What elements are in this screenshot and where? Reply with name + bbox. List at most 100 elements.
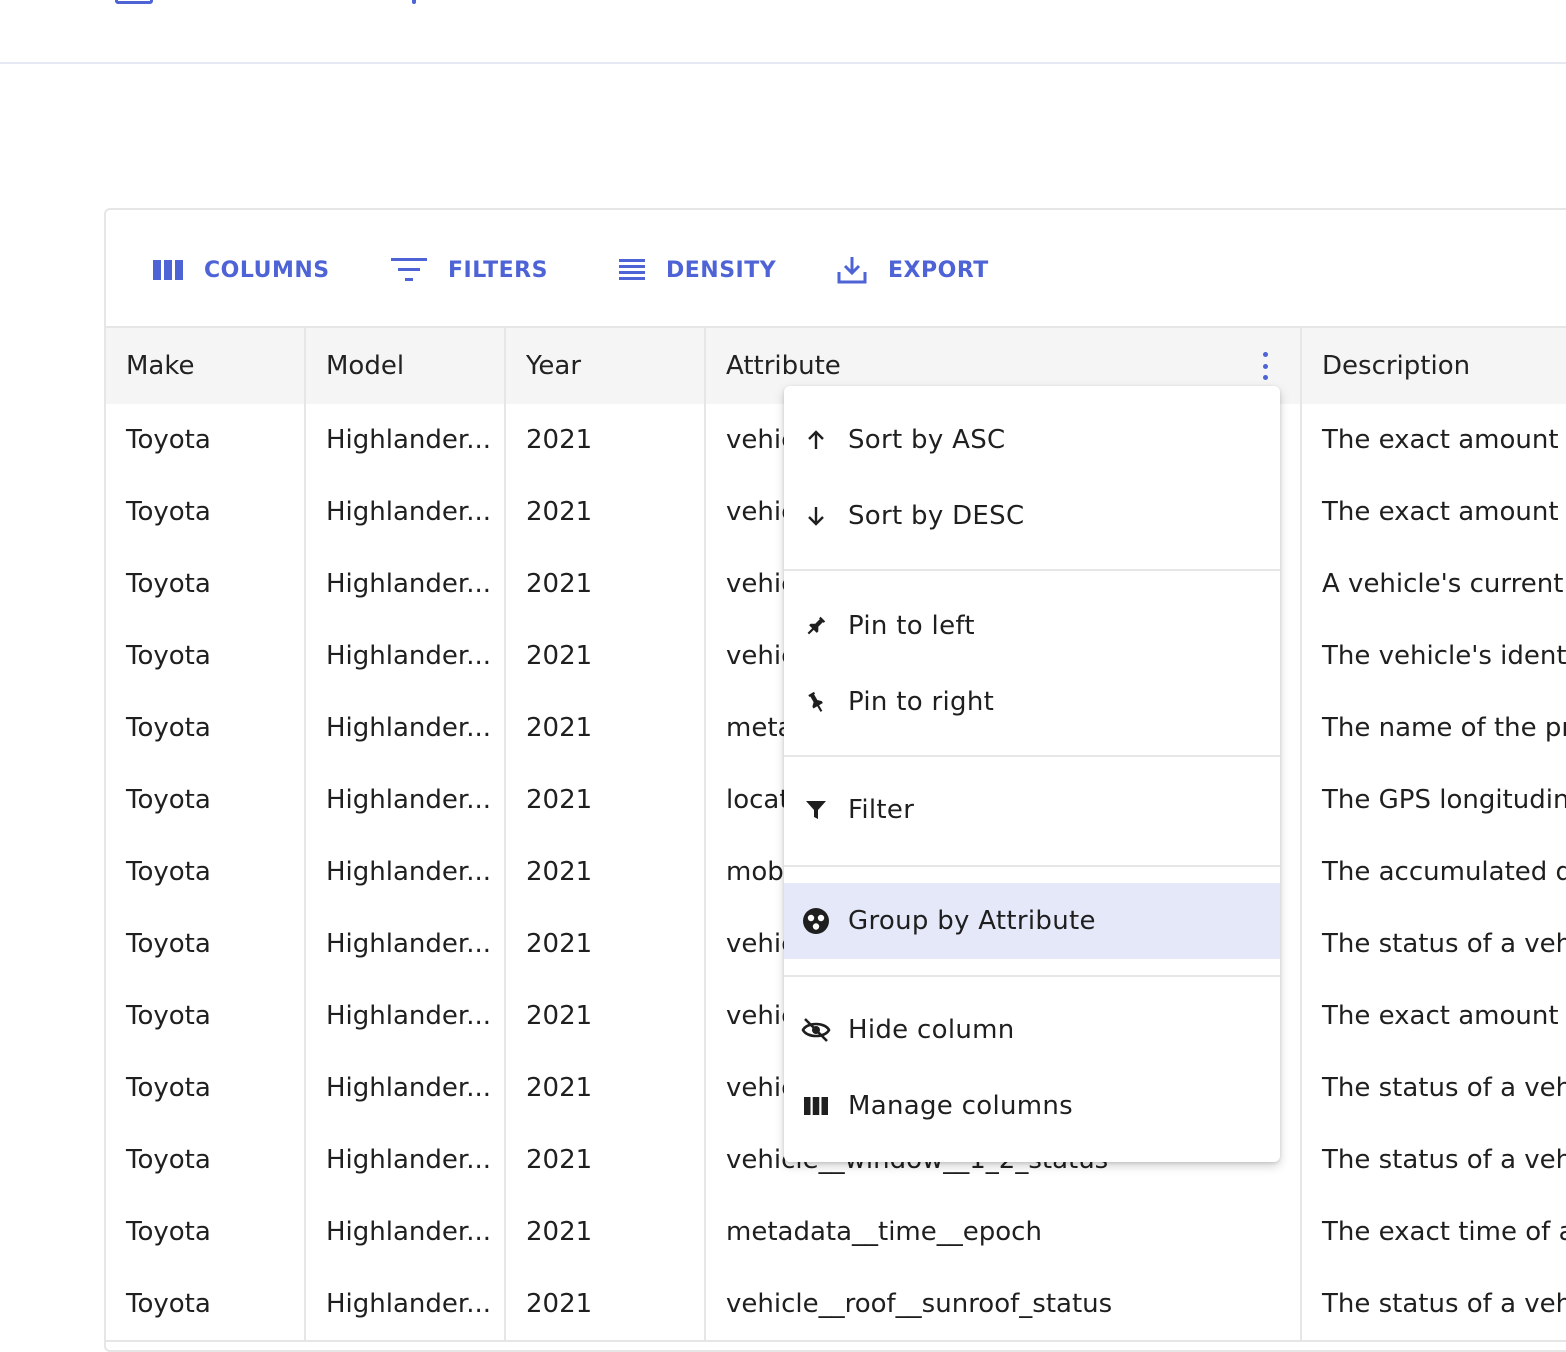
cell-year[interactable]: 2021 [506,1052,706,1124]
cell-attribute[interactable]: metadata__time__epoch [706,1196,1302,1268]
header-model-label: Model [326,351,405,381]
filters-button[interactable]: FILTERS [390,250,548,290]
cell-attribute[interactable]: vehicle__roof__sunroof_status [706,1268,1302,1340]
cell-make[interactable]: Toyota [106,476,306,548]
cell-description[interactable]: The status of a vehi [1302,1268,1566,1340]
cell-make[interactable]: Toyota [106,548,306,620]
filters-label: FILTERS [448,257,548,283]
app-header [0,0,1566,64]
density-button[interactable]: DENSITY [618,250,776,290]
cell-model[interactable]: Highlander... [306,1052,506,1124]
sort-asc-item[interactable]: Sort by ASC [784,402,1280,478]
cell-year[interactable]: 2021 [506,692,706,764]
header-make[interactable]: Make [106,328,306,404]
pin-left-label: Pin to left [848,611,975,641]
header-make-label: Make [126,351,195,381]
cell-description[interactable]: The exact amount c [1302,476,1566,548]
cell-description[interactable]: The exact amount c [1302,404,1566,476]
hide-column-item[interactable]: Hide column [784,992,1280,1068]
filter-item[interactable]: Filter [784,772,1280,848]
arrow-down-icon [808,507,824,526]
header-description-label: Description [1322,351,1471,381]
grid-toolbar: COLUMNS FILTERS DENSITY EXPORT [106,210,1566,326]
columns-icon [153,260,183,280]
cell-model[interactable]: Highlander... [306,908,506,980]
cell-model[interactable]: Highlander... [306,1268,506,1340]
filter-label: Filter [848,795,915,825]
cell-model[interactable]: Highlander... [306,692,506,764]
cell-make[interactable]: Toyota [106,692,306,764]
funnel-icon [806,801,826,819]
cell-model[interactable]: Highlander... [306,764,506,836]
cell-description[interactable]: The status of a vehi [1302,1052,1566,1124]
pin-left-item[interactable]: Pin to left [784,588,1280,664]
cell-year[interactable]: 2021 [506,1124,706,1196]
table-row[interactable]: Toyota Highlander... 2021 vehicle__roof__su… [106,1268,1566,1342]
header-description[interactable]: Description [1302,328,1566,404]
pin-right-item[interactable]: Pin to right [784,664,1280,740]
pin-icon [807,616,826,635]
cell-model[interactable]: Highlander... [306,404,506,476]
header-year[interactable]: Year [506,328,706,404]
cell-make[interactable]: Toyota [106,620,306,692]
cell-make[interactable]: Toyota [106,836,306,908]
cell-make[interactable]: Toyota [106,908,306,980]
more-vertical-icon[interactable] [1260,352,1270,380]
cell-description[interactable]: The status of a vehi [1302,1124,1566,1196]
table-row[interactable]: Toyota Highlander... 2021 metadata__time__e… [106,1196,1566,1270]
cell-description[interactable]: The accumulated di [1302,836,1566,908]
columns-button[interactable]: COLUMNS [152,250,330,290]
columns-icon [804,1097,828,1115]
cell-description[interactable]: The vehicle's identif [1302,620,1566,692]
header-model[interactable]: Model [306,328,506,404]
cell-make[interactable]: Toyota [106,404,306,476]
logo-icon [115,0,153,4]
cell-description[interactable]: The exact amount c [1302,980,1566,1052]
cell-make[interactable]: Toyota [106,1268,306,1340]
pin-icon [808,691,823,712]
menu-divider [784,569,1280,571]
cell-make[interactable]: Toyota [106,1196,306,1268]
export-icon [837,257,867,284]
header-attribute-label: Attribute [726,351,841,381]
eye-off-icon [801,1018,831,1042]
cell-description[interactable]: The status of a vehi [1302,908,1566,980]
cell-year[interactable]: 2021 [506,620,706,692]
cell-year[interactable]: 2021 [506,548,706,620]
cell-description[interactable]: A vehicle's current f [1302,548,1566,620]
filter-list-icon [391,258,427,281]
hide-column-label: Hide column [848,1015,1015,1045]
cell-description[interactable]: The exact time of a [1302,1196,1566,1268]
cell-year[interactable]: 2021 [506,764,706,836]
manage-columns-item[interactable]: Manage columns [784,1068,1280,1144]
cell-year[interactable]: 2021 [506,476,706,548]
sort-desc-item[interactable]: Sort by DESC [784,478,1280,554]
cell-year[interactable]: 2021 [506,404,706,476]
cell-make[interactable]: Toyota [106,980,306,1052]
export-button[interactable]: EXPORT [836,250,989,290]
header-year-label: Year [526,351,582,381]
group-by-label: Group by Attribute [848,906,1096,936]
header-divider-mark [412,0,416,4]
export-label: EXPORT [888,257,989,283]
cell-year[interactable]: 2021 [506,836,706,908]
cell-make[interactable]: Toyota [106,764,306,836]
cell-model[interactable]: Highlander... [306,1196,506,1268]
cell-model[interactable]: Highlander... [306,980,506,1052]
cell-model[interactable]: Highlander... [306,620,506,692]
cell-make[interactable]: Toyota [106,1052,306,1124]
menu-divider [784,755,1280,757]
cell-year[interactable]: 2021 [506,1196,706,1268]
group-by-item[interactable]: Group by Attribute [784,883,1280,959]
cell-model[interactable]: Highlander... [306,548,506,620]
cell-model[interactable]: Highlander... [306,476,506,548]
arrow-up-icon [808,430,824,449]
cell-year[interactable]: 2021 [506,980,706,1052]
cell-model[interactable]: Highlander... [306,1124,506,1196]
cell-year[interactable]: 2021 [506,1268,706,1340]
cell-description[interactable]: The name of the pr [1302,692,1566,764]
cell-description[interactable]: The GPS longitudina [1302,764,1566,836]
cell-year[interactable]: 2021 [506,908,706,980]
cell-make[interactable]: Toyota [106,1124,306,1196]
cell-model[interactable]: Highlander... [306,836,506,908]
